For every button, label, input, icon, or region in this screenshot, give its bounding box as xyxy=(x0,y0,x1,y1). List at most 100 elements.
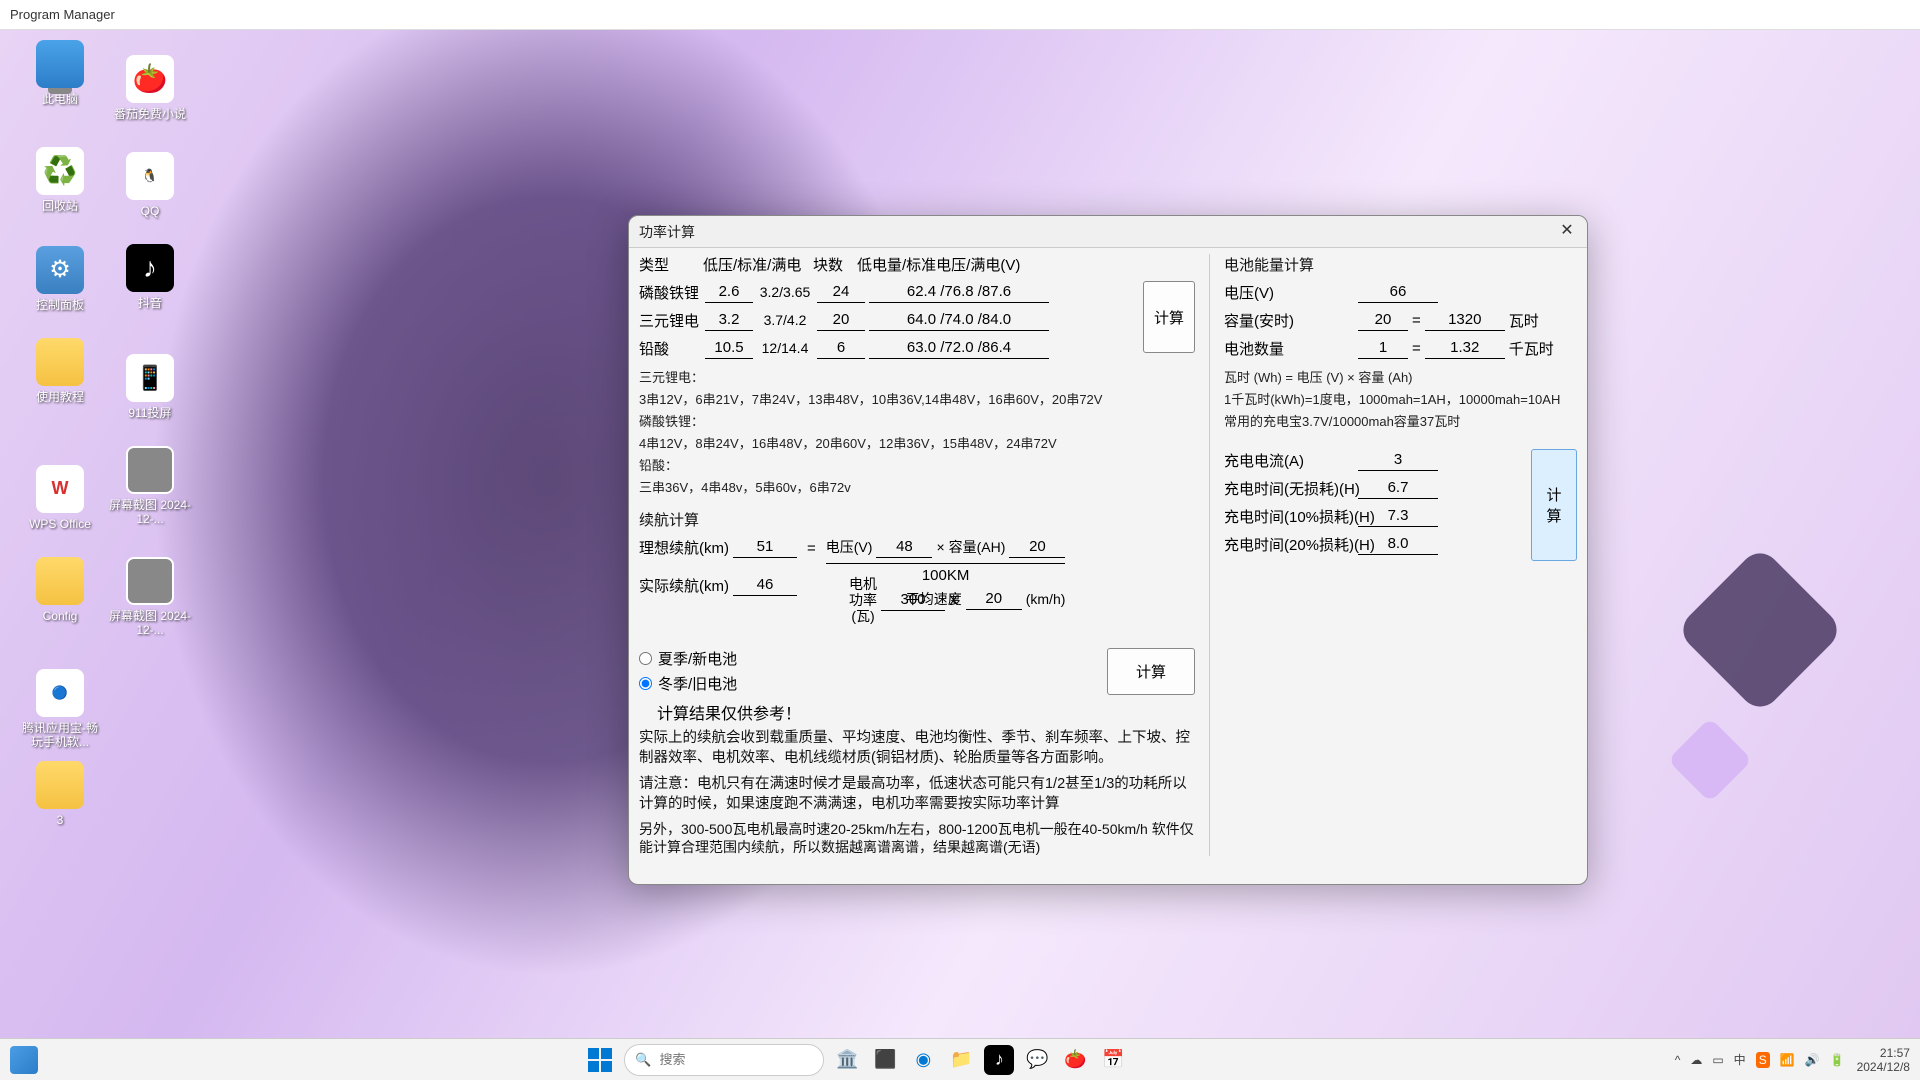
t10-output[interactable] xyxy=(1358,505,1438,527)
taskbar-clock[interactable]: 21:57 2024/12/8 xyxy=(1857,1046,1910,1074)
lifepo4-low[interactable] xyxy=(705,281,753,303)
tray-chevron-icon[interactable]: ^ xyxy=(1675,1053,1681,1067)
hdr-lsf: 低电量/标准电压/满电(V) xyxy=(857,254,1020,275)
lbl-nmc: 三元锂电 xyxy=(639,310,701,331)
start-button[interactable] xyxy=(584,1044,616,1076)
lead-low[interactable] xyxy=(705,337,753,359)
desktop-icon-wps[interactable]: WWPS Office xyxy=(15,465,105,553)
actual-input[interactable] xyxy=(733,574,797,596)
close-icon[interactable]: ✕ xyxy=(1557,222,1577,242)
desktop-icon-recycle[interactable]: ♻️回收站 xyxy=(15,147,105,235)
cur-input[interactable] xyxy=(1358,449,1438,471)
desktop-icon-360[interactable]: 🔵腾讯应用宝-畅玩手机软... xyxy=(15,669,105,757)
desktop-icon-screenshot[interactable]: 屏幕截图 2024-12-... xyxy=(105,446,195,534)
nmc-low[interactable] xyxy=(705,309,753,331)
e-note3: 常用的充电宝3.7V/10000mah容量37瓦时 xyxy=(1224,413,1577,431)
search-input[interactable] xyxy=(660,1052,836,1067)
desktop-icon-qq[interactable]: 🐧QQ xyxy=(105,152,195,240)
range-calc-button[interactable]: 计算 xyxy=(1107,648,1195,695)
tb-app-icon[interactable]: 🏛️ xyxy=(832,1045,862,1075)
tb-novel-icon[interactable]: 🍅 xyxy=(1060,1045,1090,1075)
hdr-type: 类型 xyxy=(639,254,699,275)
tray-ime-icon[interactable]: 中 xyxy=(1734,1051,1746,1068)
note-nmc: 3串12V，6串21V，7串24V，13串48V，10串36V,14串48V，1… xyxy=(639,391,1195,409)
app-titlebar[interactable]: 功率计算 ✕ xyxy=(629,216,1587,248)
warn2: 请注意：电机只有在满速时候才是最高功率，低速状态可能只有1/2甚至1/3的功耗所… xyxy=(639,774,1195,814)
clock-time: 21:57 xyxy=(1857,1046,1910,1060)
lbl-lead: 铅酸 xyxy=(639,338,701,359)
radio-winter-label: 冬季/旧电池 xyxy=(658,673,737,694)
lead-result[interactable] xyxy=(869,337,1049,359)
nmc-result[interactable] xyxy=(869,309,1049,331)
speed-input[interactable] xyxy=(966,588,1022,610)
desktop-icon-911[interactable]: 📱911投屏 xyxy=(105,354,195,442)
e-cap-label: 容量(安时) xyxy=(1224,310,1354,331)
cap-label: 容量(AH) xyxy=(949,537,1006,557)
desktop-icon-control[interactable]: ⚙控制面板 xyxy=(15,246,105,334)
tb-explorer-icon[interactable]: 📁 xyxy=(946,1045,976,1075)
speed-unit: (km/h) xyxy=(1026,591,1066,607)
left-panel: 类型 低压/标准/满电 块数 低电量/标准电压/满电(V) 磷酸铁锂 3.2/3… xyxy=(639,254,1209,856)
tb-edge-icon[interactable]: ◉ xyxy=(908,1045,938,1075)
system-tray[interactable]: ^ ☁ ▭ 中 S 📶 🔊 🔋 xyxy=(1675,1051,1845,1068)
taskbar-left-app[interactable] xyxy=(10,1046,38,1074)
e-kwh-output[interactable] xyxy=(1425,337,1505,359)
t0-output[interactable] xyxy=(1358,477,1438,499)
tb-calendar-icon[interactable]: 📅 xyxy=(1098,1045,1128,1075)
tray-sogou-icon[interactable]: S xyxy=(1756,1052,1770,1068)
e-count-input[interactable] xyxy=(1358,337,1408,359)
search-icon: 🔍 xyxy=(635,1052,651,1068)
lifepo4-std: 3.2/3.65 xyxy=(757,284,813,300)
tray-wifi-icon[interactable]: 📶 xyxy=(1780,1053,1795,1067)
lifepo4-result[interactable] xyxy=(869,281,1049,303)
wallpaper-heart xyxy=(1675,545,1845,715)
e-wh-output[interactable] xyxy=(1425,309,1505,331)
volt-input[interactable] xyxy=(876,536,932,558)
t10-label: 充电时间(10%损耗)(H) xyxy=(1224,506,1354,527)
os-titlebar: Program Manager xyxy=(0,0,1920,30)
note-lead-title: 铅酸： xyxy=(639,457,1195,475)
t0-label: 充电时间(无损耗)(H) xyxy=(1224,478,1354,499)
tb-wechat-icon[interactable]: 💬 xyxy=(1022,1045,1052,1075)
power-calc-button[interactable]: 计算 xyxy=(1143,281,1195,353)
warn1: 实际上的续航会收到载重质量、平均速度、电池均衡性、季节、刹车频率、上下坡、控制器… xyxy=(639,728,1195,768)
e-count-label: 电池数量 xyxy=(1224,338,1354,359)
tb-taskview-icon[interactable]: ⬛ xyxy=(870,1045,900,1075)
t20-output[interactable] xyxy=(1358,533,1438,555)
lead-blocks[interactable] xyxy=(817,337,865,359)
desktop-icon-folder[interactable]: Config xyxy=(15,557,105,645)
e-cap-input[interactable] xyxy=(1358,309,1408,331)
tb-tiktok-icon[interactable]: ♪ xyxy=(984,1045,1014,1075)
energy-calc-button[interactable]: 计算 xyxy=(1531,449,1577,561)
tray-control-icon[interactable]: ▭ xyxy=(1712,1053,1723,1067)
lifepo4-blocks[interactable] xyxy=(817,281,865,303)
desktop-icon-folder[interactable]: 3 xyxy=(15,761,105,849)
desktop-icon-novel[interactable]: 🍅番茄免费小说 xyxy=(105,55,195,143)
search-box[interactable]: 🔍 xyxy=(624,1044,824,1076)
radio-summer-label: 夏季/新电池 xyxy=(658,648,737,669)
desktop-icon-screenshot[interactable]: 屏幕截图 2024-12-... xyxy=(105,557,195,645)
e-volt-label: 电压(V) xyxy=(1224,282,1354,303)
desktop-icon-computer[interactable]: 此电脑 xyxy=(15,40,105,128)
energy-title: 电池能量计算 xyxy=(1224,254,1577,275)
motor-input[interactable] xyxy=(881,589,945,611)
cap-input[interactable] xyxy=(1009,536,1065,558)
e-note1: 瓦时 (Wh) = 电压 (V) × 容量 (Ah) xyxy=(1224,369,1577,387)
tray-cloud-icon[interactable]: ☁ xyxy=(1690,1053,1702,1067)
eq: = xyxy=(1412,312,1421,329)
tray-battery-icon[interactable]: 🔋 xyxy=(1830,1053,1845,1067)
taskbar: 🔍 🏛️ ⬛ ◉ 📁 ♪ 💬 🍅 📅 ^ ☁ ▭ 中 S 📶 🔊 🔋 21:57… xyxy=(0,1038,1920,1080)
x-sign: X xyxy=(949,592,958,608)
app-title: 功率计算 xyxy=(639,222,695,242)
tray-volume-icon[interactable]: 🔊 xyxy=(1805,1053,1820,1067)
ideal-input[interactable] xyxy=(733,536,797,558)
range-title: 续航计算 xyxy=(639,509,1195,530)
desktop-icon-tiktok[interactable]: ♪抖音 xyxy=(105,244,195,332)
motor-label: 电机功率(瓦) xyxy=(849,576,877,624)
nmc-blocks[interactable] xyxy=(817,309,865,331)
desktop-icon-folder[interactable]: 使用教程 xyxy=(15,338,105,426)
e-volt-input[interactable] xyxy=(1358,281,1438,303)
lbl-lifepo4: 磷酸铁锂 xyxy=(639,282,701,303)
radio-summer[interactable] xyxy=(639,652,652,665)
radio-winter[interactable] xyxy=(639,677,652,690)
